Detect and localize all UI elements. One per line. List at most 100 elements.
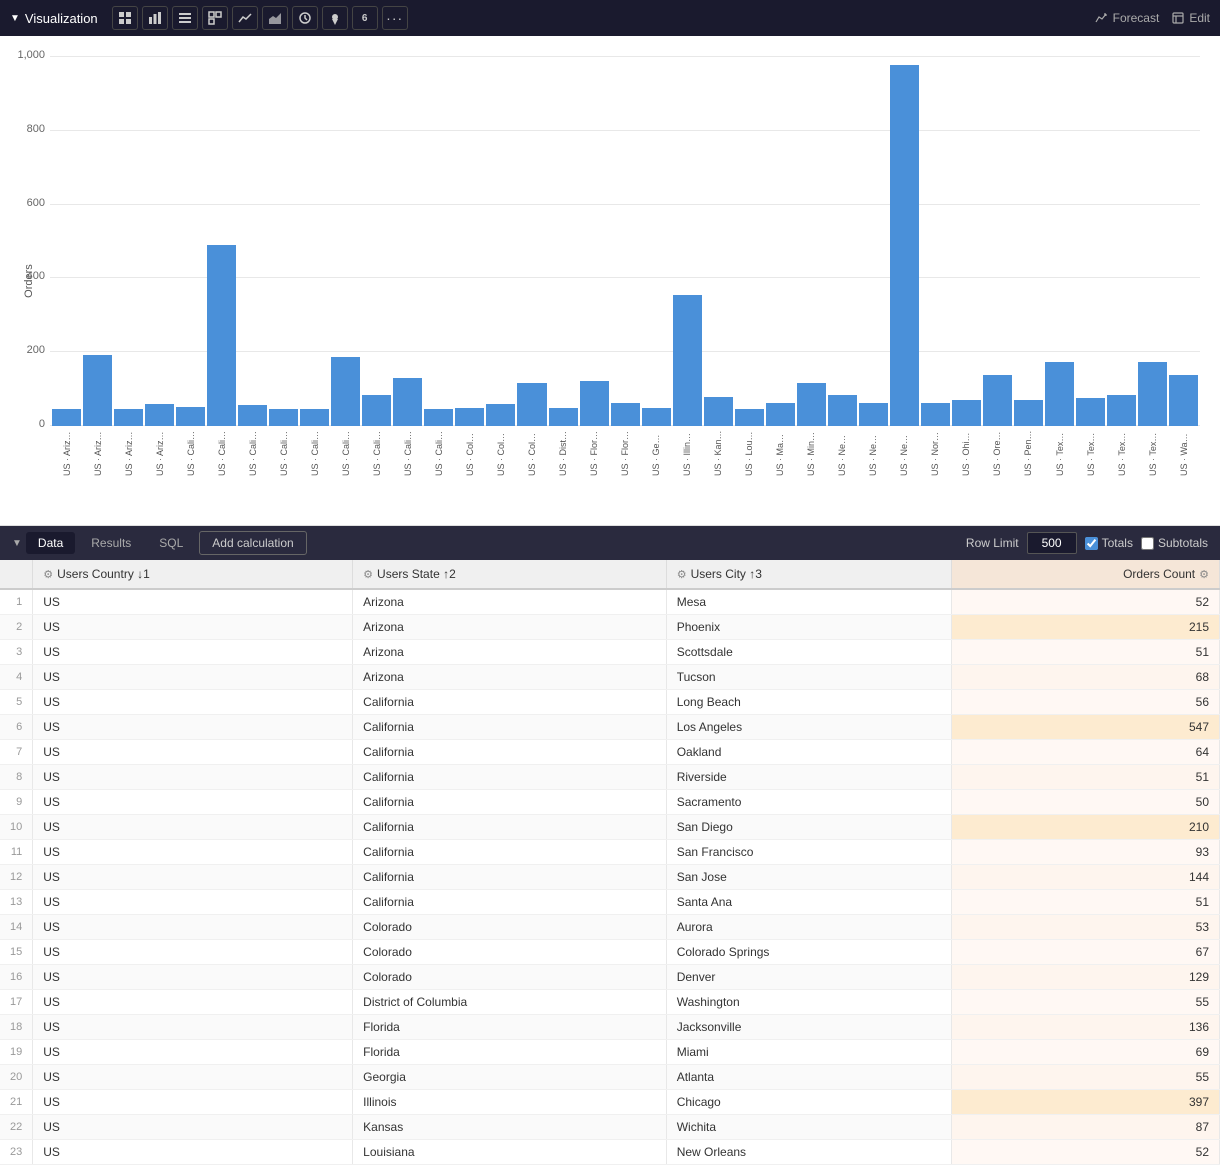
bar-wrapper[interactable] — [1107, 56, 1136, 426]
bar-wrapper[interactable] — [1169, 56, 1198, 426]
x-axis-label: US · Massachusetts · Boston — [775, 430, 785, 476]
bar-wrapper[interactable] — [580, 56, 609, 426]
chevron-down-icon[interactable]: ▼ — [10, 13, 20, 24]
number-icon-btn[interactable]: 6 — [352, 6, 378, 30]
row-number: 22 — [0, 1115, 33, 1140]
state-cell: Louisiana — [353, 1140, 667, 1165]
x-axis-label: US · California · Long Beach — [186, 430, 196, 476]
bar-wrapper[interactable] — [207, 56, 236, 426]
bar-wrapper[interactable] — [704, 56, 733, 426]
pivot-icon-btn[interactable] — [202, 6, 228, 30]
table-row[interactable]: 7 US California Oakland 64 — [0, 740, 1220, 765]
table-row[interactable]: 13 US California Santa Ana 51 — [0, 890, 1220, 915]
table-row[interactable]: 12 US California San Jose 144 — [0, 865, 1220, 890]
table-row[interactable]: 19 US Florida Miami 69 — [0, 1040, 1220, 1065]
city-gear-icon[interactable]: ⚙ — [677, 568, 687, 581]
x-axis-label: US · Oregon · Portland — [992, 430, 1002, 476]
bar-wrapper[interactable] — [362, 56, 391, 426]
table-row[interactable]: 18 US Florida Jacksonville 136 — [0, 1015, 1220, 1040]
state-gear-icon[interactable]: ⚙ — [363, 568, 373, 581]
bar-wrapper[interactable] — [300, 56, 329, 426]
country-cell: US — [33, 1090, 353, 1115]
table-row[interactable]: 23 US Louisiana New Orleans 52 — [0, 1140, 1220, 1165]
bar-wrapper[interactable] — [424, 56, 453, 426]
edit-button[interactable]: Edit — [1171, 11, 1210, 25]
bar-wrapper[interactable] — [828, 56, 857, 426]
x-axis-label: US · California · Sacramento — [310, 430, 320, 476]
bar-wrapper[interactable] — [673, 56, 702, 426]
country-gear-icon[interactable]: ⚙ — [43, 568, 53, 581]
line-chart-icon-btn[interactable] — [232, 6, 258, 30]
row-limit-input[interactable] — [1027, 532, 1077, 554]
forecast-button[interactable]: Forecast — [1095, 11, 1160, 25]
table-row[interactable]: 5 US California Long Beach 56 — [0, 690, 1220, 715]
bar-wrapper[interactable] — [145, 56, 174, 426]
more-icon-btn[interactable]: ··· — [382, 6, 408, 30]
table-row[interactable]: 4 US Arizona Tucson 68 — [0, 665, 1220, 690]
table-row[interactable]: 14 US Colorado Aurora 53 — [0, 915, 1220, 940]
table-row[interactable]: 8 US California Riverside 51 — [0, 765, 1220, 790]
table-row[interactable]: 6 US California Los Angeles 547 — [0, 715, 1220, 740]
bar-wrapper[interactable] — [1014, 56, 1043, 426]
table-row[interactable]: 2 US Arizona Phoenix 215 — [0, 615, 1220, 640]
bar-wrapper[interactable] — [952, 56, 981, 426]
table-row[interactable]: 22 US Kansas Wichita 87 — [0, 1115, 1220, 1140]
city-cell: Sacramento — [666, 790, 951, 815]
clock-icon-btn[interactable] — [292, 6, 318, 30]
bar-wrapper[interactable] — [517, 56, 546, 426]
bar-wrapper[interactable] — [1138, 56, 1167, 426]
bar-wrapper[interactable] — [176, 56, 205, 426]
bar-wrapper[interactable] — [735, 56, 764, 426]
bottom-chevron-icon[interactable]: ▼ — [12, 538, 22, 549]
list-icon-btn[interactable] — [172, 6, 198, 30]
bar-wrapper[interactable] — [269, 56, 298, 426]
bar-wrapper[interactable] — [611, 56, 640, 426]
table-row[interactable]: 21 US Illinois Chicago 397 — [0, 1090, 1220, 1115]
table-row[interactable]: 20 US Georgia Atlanta 55 — [0, 1065, 1220, 1090]
totals-checkbox[interactable] — [1085, 537, 1098, 550]
table-row[interactable]: 16 US Colorado Denver 129 — [0, 965, 1220, 990]
bar-wrapper[interactable] — [393, 56, 422, 426]
bar-wrapper[interactable] — [455, 56, 484, 426]
pin-icon-btn[interactable] — [322, 6, 348, 30]
bar-wrapper[interactable] — [1076, 56, 1105, 426]
table-row[interactable]: 1 US Arizona Mesa 52 — [0, 589, 1220, 615]
table-row[interactable]: 15 US Colorado Colorado Springs 67 — [0, 940, 1220, 965]
bar-wrapper[interactable] — [797, 56, 826, 426]
bar-wrapper[interactable] — [549, 56, 578, 426]
bar-wrapper[interactable] — [642, 56, 671, 426]
table-row[interactable]: 10 US California San Diego 210 — [0, 815, 1220, 840]
bar-wrapper[interactable] — [983, 56, 1012, 426]
bar-wrapper[interactable] — [486, 56, 515, 426]
bar-wrapper[interactable] — [238, 56, 267, 426]
bar-wrapper[interactable] — [921, 56, 950, 426]
tab-results[interactable]: Results — [79, 532, 143, 554]
bar-chart-icon-btn[interactable] — [142, 6, 168, 30]
grid-icon-btn[interactable] — [112, 6, 138, 30]
subtotals-checkbox[interactable] — [1141, 537, 1154, 550]
table-row[interactable]: 11 US California San Francisco 93 — [0, 840, 1220, 865]
add-calculation-button[interactable]: Add calculation — [199, 531, 306, 555]
tab-sql[interactable]: SQL — [147, 532, 195, 554]
bar-wrapper[interactable] — [859, 56, 888, 426]
bar-wrapper[interactable] — [114, 56, 143, 426]
bar-wrapper[interactable] — [331, 56, 360, 426]
bar — [1076, 398, 1105, 426]
area-chart-icon-btn[interactable] — [262, 6, 288, 30]
bar-wrapper[interactable] — [766, 56, 795, 426]
bar — [766, 403, 795, 426]
orders-gear-icon[interactable]: ⚙ — [1199, 568, 1209, 581]
bar-wrapper[interactable] — [83, 56, 112, 426]
table-row[interactable]: 17 US District of Columbia Washington 55 — [0, 990, 1220, 1015]
bar-wrapper[interactable] — [890, 56, 919, 426]
subtotals-checkbox-label[interactable]: Subtotals — [1141, 536, 1208, 550]
table-row[interactable]: 9 US California Sacramento 50 — [0, 790, 1220, 815]
bar — [921, 403, 950, 426]
bar-wrapper[interactable] — [1045, 56, 1074, 426]
totals-checkbox-label[interactable]: Totals — [1085, 536, 1133, 550]
bar-wrapper[interactable] — [52, 56, 81, 426]
bar — [207, 245, 236, 426]
tab-data[interactable]: Data — [26, 532, 75, 554]
bar — [52, 409, 81, 426]
table-row[interactable]: 3 US Arizona Scottsdale 51 — [0, 640, 1220, 665]
